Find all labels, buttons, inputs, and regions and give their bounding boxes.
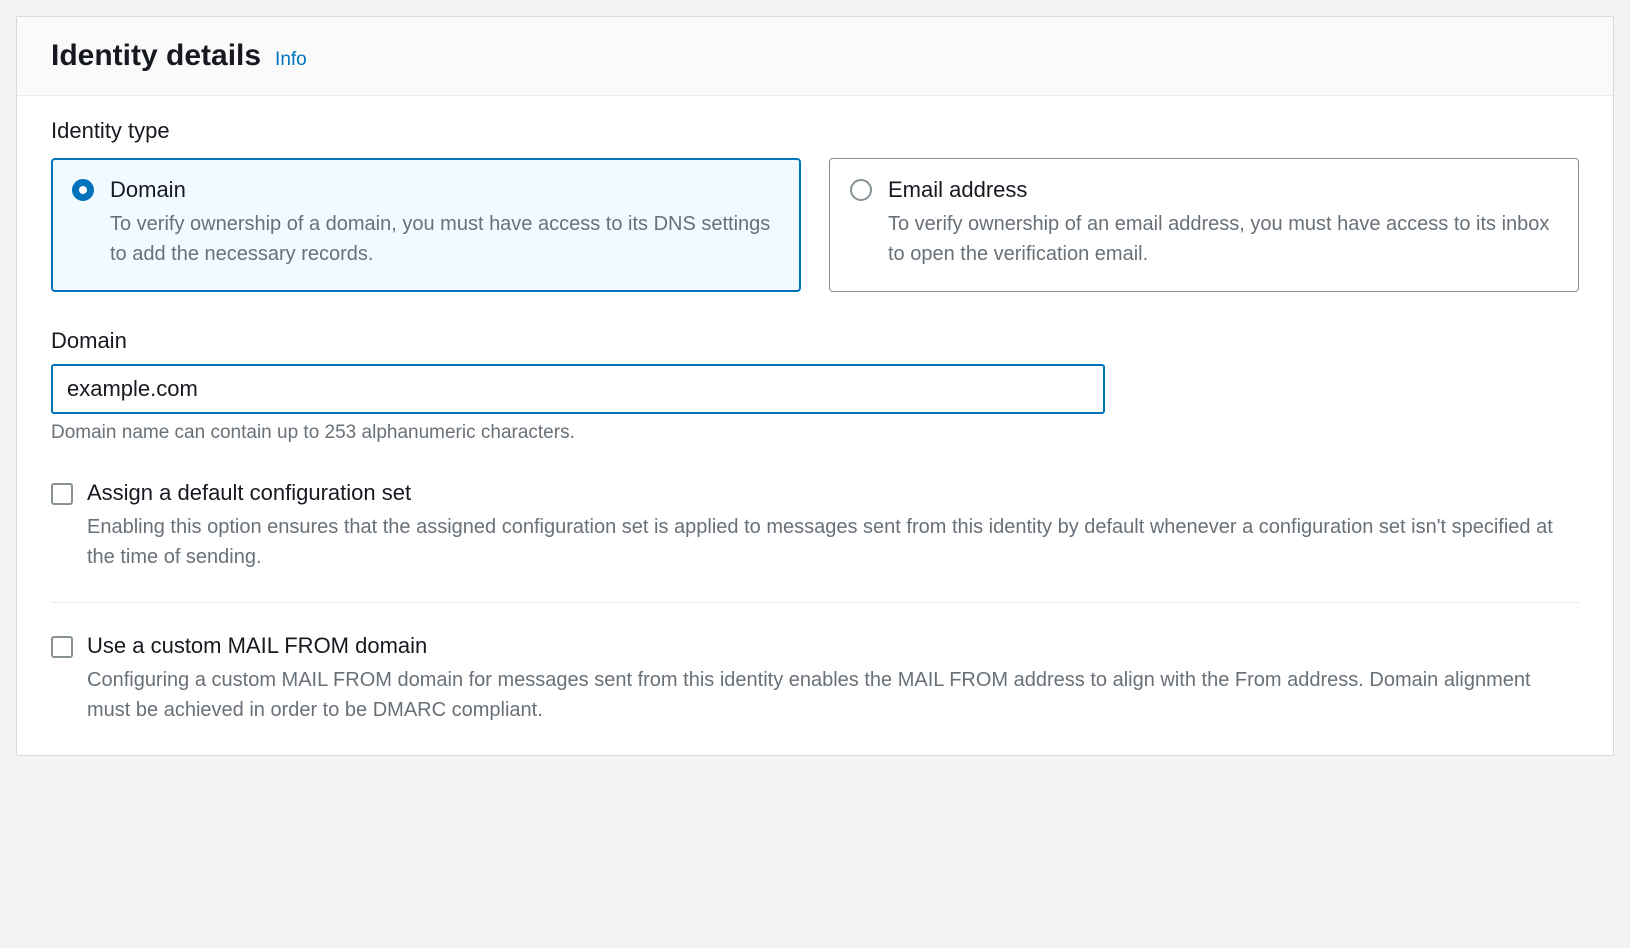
config-set-desc: Enabling this option ensures that the as… bbox=[87, 512, 1579, 572]
identity-details-panel: Identity details Info Identity type Doma… bbox=[16, 16, 1614, 756]
panel-body: Identity type Domain To verify ownership… bbox=[17, 96, 1613, 755]
tile-title-email: Email address bbox=[888, 177, 1558, 203]
info-link[interactable]: Info bbox=[275, 49, 307, 71]
config-set-text: Assign a default configuration set Enabl… bbox=[87, 480, 1579, 572]
tile-text: Domain To verify ownership of a domain, … bbox=[110, 177, 780, 269]
domain-input[interactable] bbox=[51, 364, 1105, 414]
panel-title: Identity details bbox=[51, 39, 261, 73]
tile-title-domain: Domain bbox=[110, 177, 780, 203]
identity-type-email-tile[interactable]: Email address To verify ownership of an … bbox=[829, 158, 1579, 292]
mail-from-desc: Configuring a custom MAIL FROM domain fo… bbox=[87, 665, 1579, 725]
domain-field-hint: Domain name can contain up to 253 alphan… bbox=[51, 422, 1579, 444]
config-set-label: Assign a default configuration set bbox=[87, 480, 1579, 506]
mail-from-block: Use a custom MAIL FROM domain Configurin… bbox=[51, 602, 1579, 725]
mail-from-checkbox[interactable] bbox=[51, 636, 73, 658]
panel-header: Identity details Info bbox=[17, 17, 1613, 96]
config-set-checkbox[interactable] bbox=[51, 483, 73, 505]
tile-desc-email: To verify ownership of an email address,… bbox=[888, 209, 1558, 269]
domain-field-label: Domain bbox=[51, 328, 1579, 354]
identity-type-label: Identity type bbox=[51, 118, 1579, 144]
config-set-block: Assign a default configuration set Enabl… bbox=[51, 480, 1579, 572]
mail-from-text: Use a custom MAIL FROM domain Configurin… bbox=[87, 633, 1579, 725]
radio-domain[interactable] bbox=[72, 179, 94, 201]
tile-text: Email address To verify ownership of an … bbox=[888, 177, 1558, 269]
identity-type-tiles: Domain To verify ownership of a domain, … bbox=[51, 158, 1579, 292]
radio-email[interactable] bbox=[850, 179, 872, 201]
domain-field-block: Domain Domain name can contain up to 253… bbox=[51, 328, 1579, 444]
tile-desc-domain: To verify ownership of a domain, you mus… bbox=[110, 209, 780, 269]
mail-from-label: Use a custom MAIL FROM domain bbox=[87, 633, 1579, 659]
identity-type-domain-tile[interactable]: Domain To verify ownership of a domain, … bbox=[51, 158, 801, 292]
